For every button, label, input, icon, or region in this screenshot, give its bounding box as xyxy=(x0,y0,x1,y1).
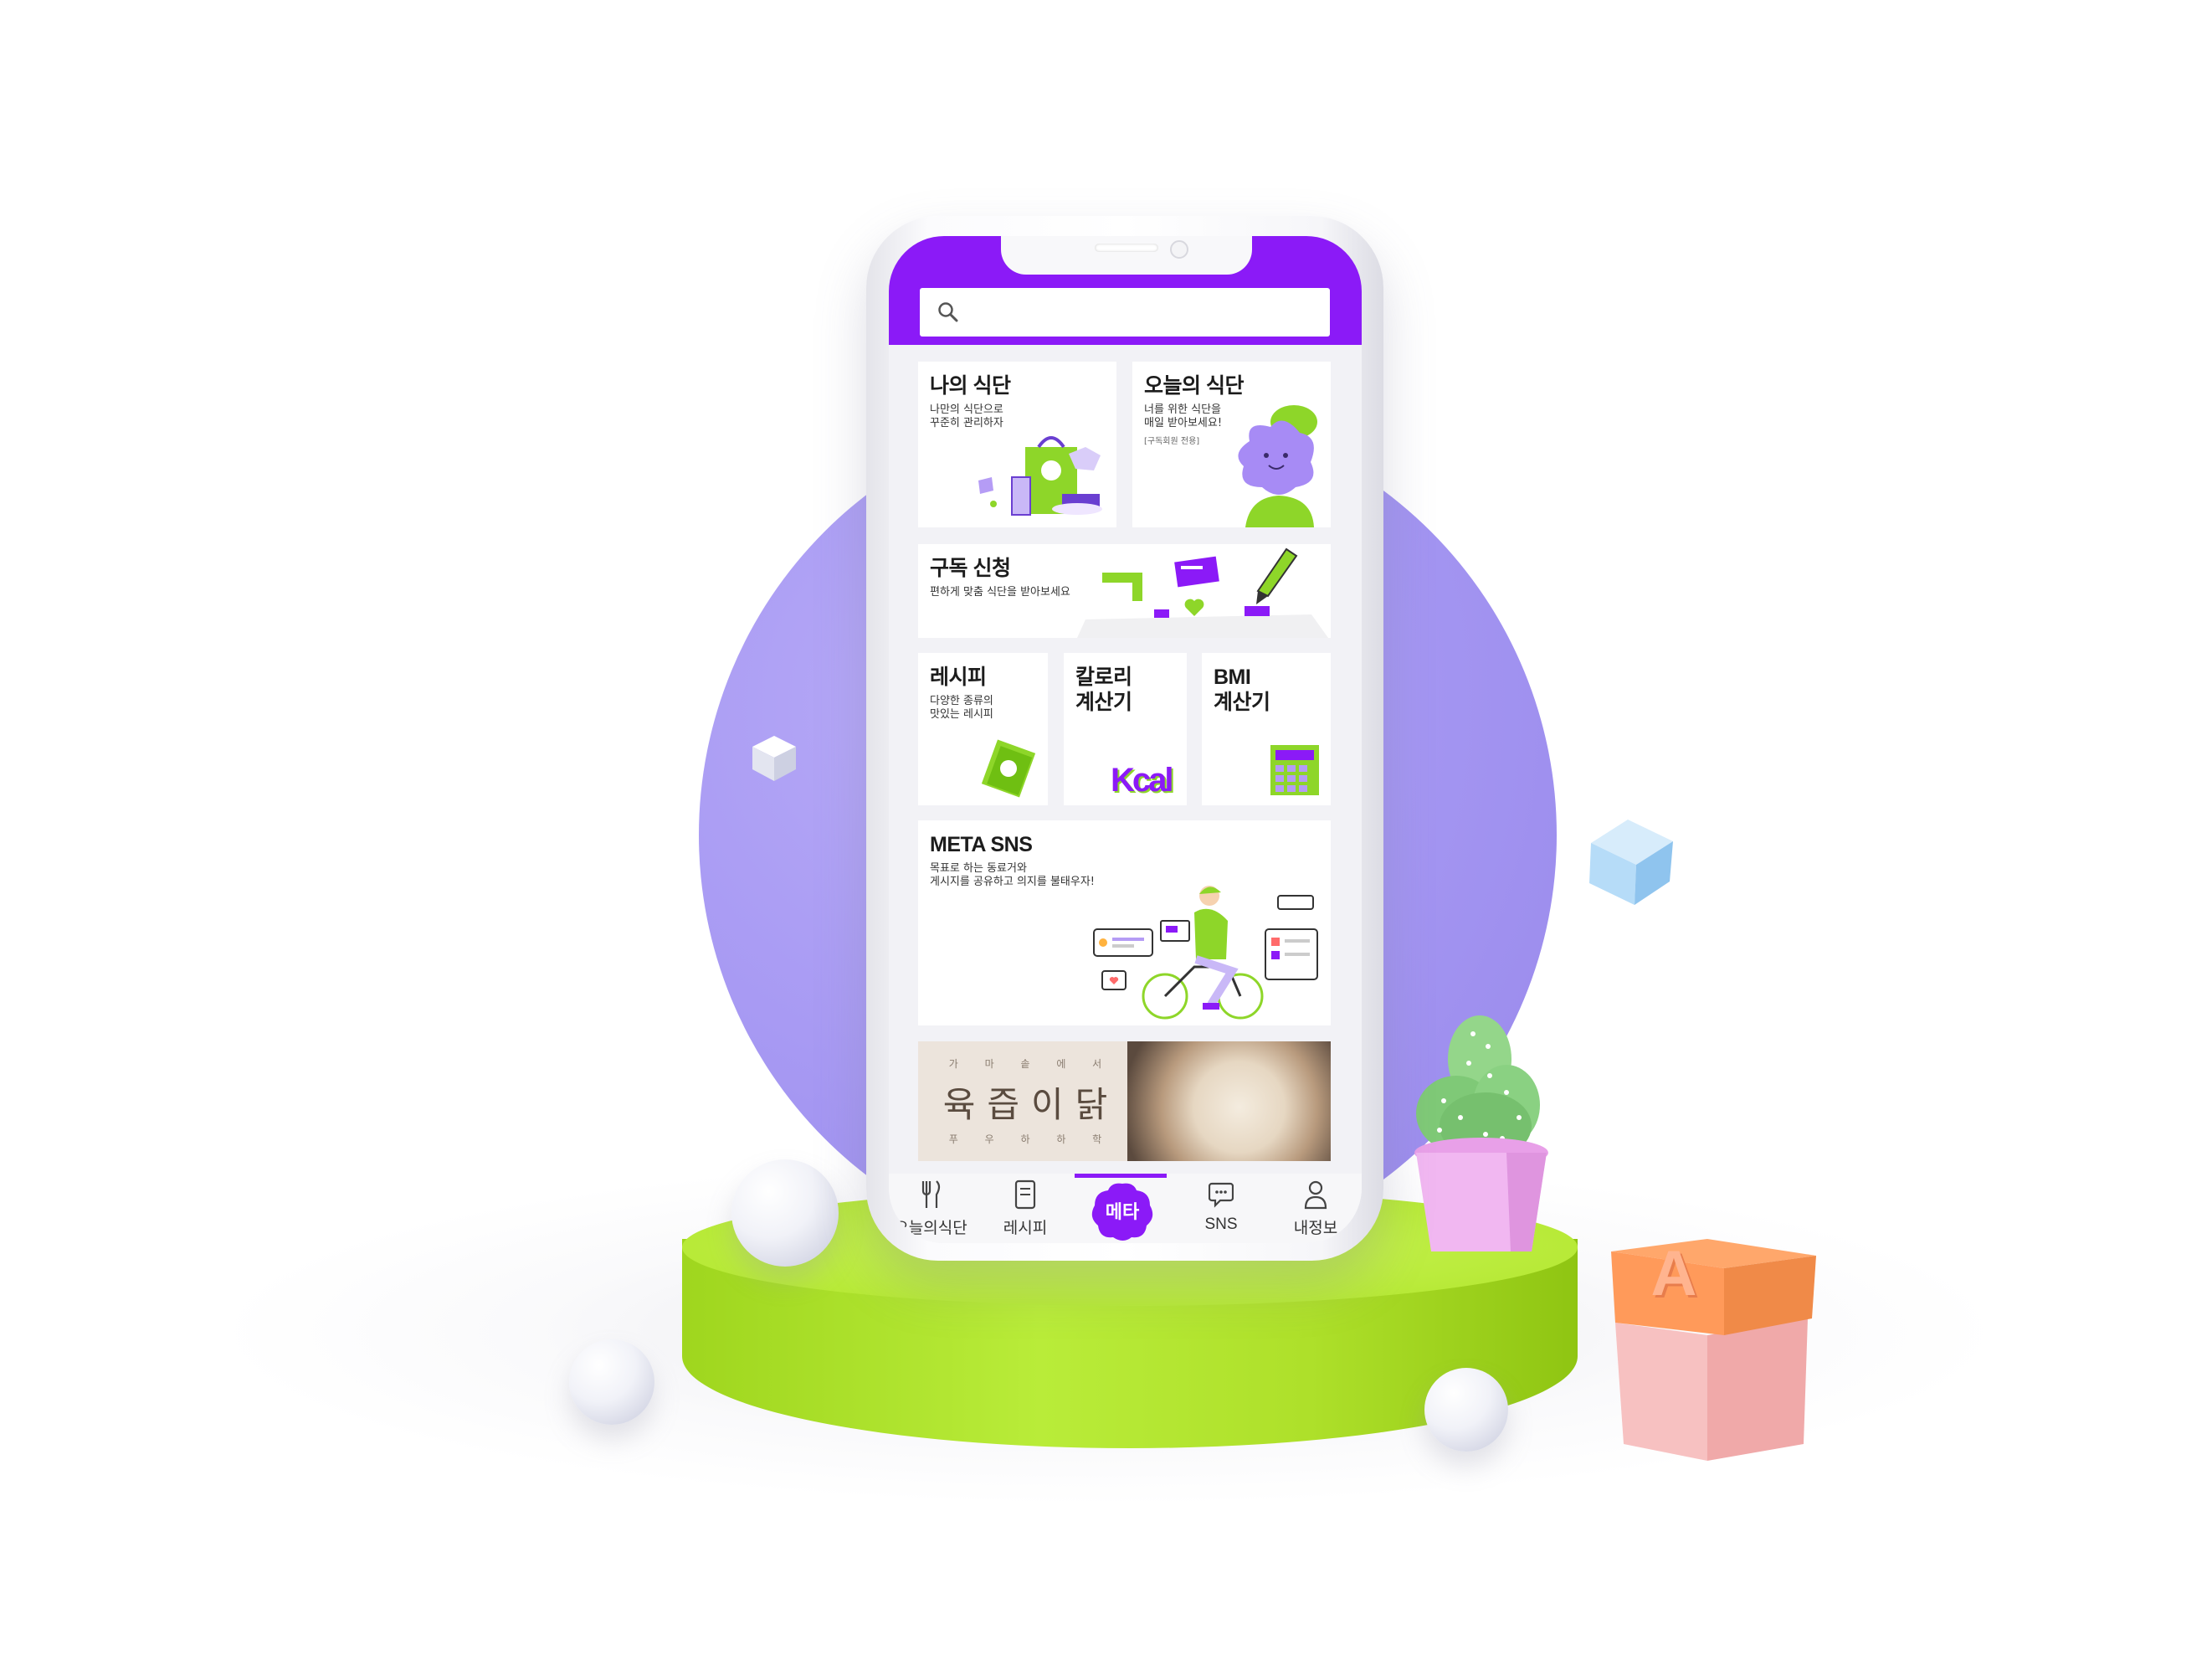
card-subtitle: 다양한 종류의 맛있는 레시피 xyxy=(930,695,993,721)
white-cube-decor xyxy=(752,736,796,781)
nav-today-meal[interactable]: 오늘의식단 xyxy=(893,1174,968,1243)
kcal-mark: Kcal xyxy=(1111,762,1173,799)
banner-tagline-bottom: 푸 우 하 하 학 xyxy=(948,1133,1114,1145)
phone-notch xyxy=(1001,236,1252,275)
phone-camera xyxy=(1170,240,1188,259)
nav-label: SNS xyxy=(1204,1215,1238,1233)
card-kcal-calculator[interactable]: 칼로리 계산기 Kcal xyxy=(1064,653,1187,805)
card-today-meal[interactable]: 오늘의 식단 너를 위한 식단을 매일 받아보세요! [구독회원 전용] xyxy=(1132,362,1331,527)
fork-knife-icon xyxy=(921,1180,941,1208)
card-subtitle: 편하게 맞춤 식단을 받아보세요 xyxy=(930,586,1070,599)
calculator-illustration xyxy=(1270,745,1319,795)
chicken-photo xyxy=(1127,1041,1331,1161)
card-title: 오늘의 식단 xyxy=(1144,374,1244,398)
card-note: [구독회원 전용] xyxy=(1144,437,1200,446)
search-icon[interactable] xyxy=(937,301,960,324)
recipe-book-icon xyxy=(1014,1179,1036,1210)
cyclist-sns-illustration xyxy=(1093,886,1318,1020)
card-meta-sns[interactable]: META SNS 목표로 하는 동료거와 게시지를 공유하고 의지를 불태우자! xyxy=(918,820,1331,1025)
decor-sphere xyxy=(731,1159,839,1267)
subscribe-illustration xyxy=(1077,547,1328,638)
active-tab-indicator xyxy=(1075,1174,1167,1178)
bottom-navigation: 오늘의식단 레시피 메타 SNS 내정보 xyxy=(889,1174,1362,1243)
card-subtitle: 목표로 하는 동료거와 게시지를 공유하고 의지를 불태우자! xyxy=(930,862,1096,888)
nav-label: 오늘의식단 xyxy=(894,1220,967,1237)
user-icon xyxy=(1304,1180,1327,1210)
nav-label: 내정보 xyxy=(1293,1220,1338,1237)
banner-tagline-top: 가 마 솥 에 서 xyxy=(948,1058,1114,1070)
meal-bag-illustration xyxy=(978,436,1102,516)
nav-label: 메타 xyxy=(1105,1201,1140,1222)
nav-my-info[interactable]: 내정보 xyxy=(1278,1174,1353,1243)
nav-recipe[interactable]: 레시피 xyxy=(988,1174,1063,1243)
search-input[interactable] xyxy=(920,288,1330,337)
card-subtitle: 너를 위한 식단을 매일 받아보세요! xyxy=(1144,403,1223,429)
block-letter: A xyxy=(1650,1238,1697,1309)
decor-sphere xyxy=(569,1339,654,1425)
card-title: 나의 식단 xyxy=(930,374,1011,398)
cactus-pot-decor xyxy=(1414,1015,1548,1251)
phone-speaker xyxy=(1095,244,1158,252)
card-subtitle: 나만의 식단으로 꾸준히 관리하자 xyxy=(930,403,1003,429)
card-subscribe[interactable]: 구독 신청 편하게 맞춤 식단을 받아보세요 xyxy=(918,544,1331,638)
card-title: 구독 신청 xyxy=(930,557,1011,580)
nav-sns[interactable]: SNS xyxy=(1183,1174,1259,1243)
chat-bubble-icon xyxy=(1209,1182,1234,1208)
recipe-book-illustration xyxy=(981,739,1036,798)
app-screen: 나의 식단 나만의 식단으로 꾸준히 관리하자 오늘의 식단 너를 위한 식단을… xyxy=(889,236,1362,1243)
nav-label: 레시피 xyxy=(1003,1220,1048,1237)
card-title: META SNS xyxy=(930,833,1033,856)
card-bmi-calculator[interactable]: BMI 계산기 xyxy=(1202,653,1331,805)
card-recipe[interactable]: 레시피 다양한 종류의 맛있는 레시피 xyxy=(918,653,1048,805)
banner-brand: 육즙이닭 xyxy=(942,1084,1120,1125)
card-my-meal[interactable]: 나의 식단 나만의 식단으로 꾸준히 관리하자 xyxy=(918,362,1116,527)
card-title: 레시피 xyxy=(930,666,987,689)
card-title: BMI 계산기 xyxy=(1214,666,1270,714)
card-title: 칼로리 계산기 xyxy=(1075,666,1132,714)
decor-sphere xyxy=(1424,1368,1508,1452)
ad-banner[interactable]: 가 마 솥 에 서 육즙이닭 푸 우 하 하 학 xyxy=(918,1041,1331,1161)
chef-character-illustration xyxy=(1238,405,1317,527)
blue-cube-decor xyxy=(1589,820,1673,905)
